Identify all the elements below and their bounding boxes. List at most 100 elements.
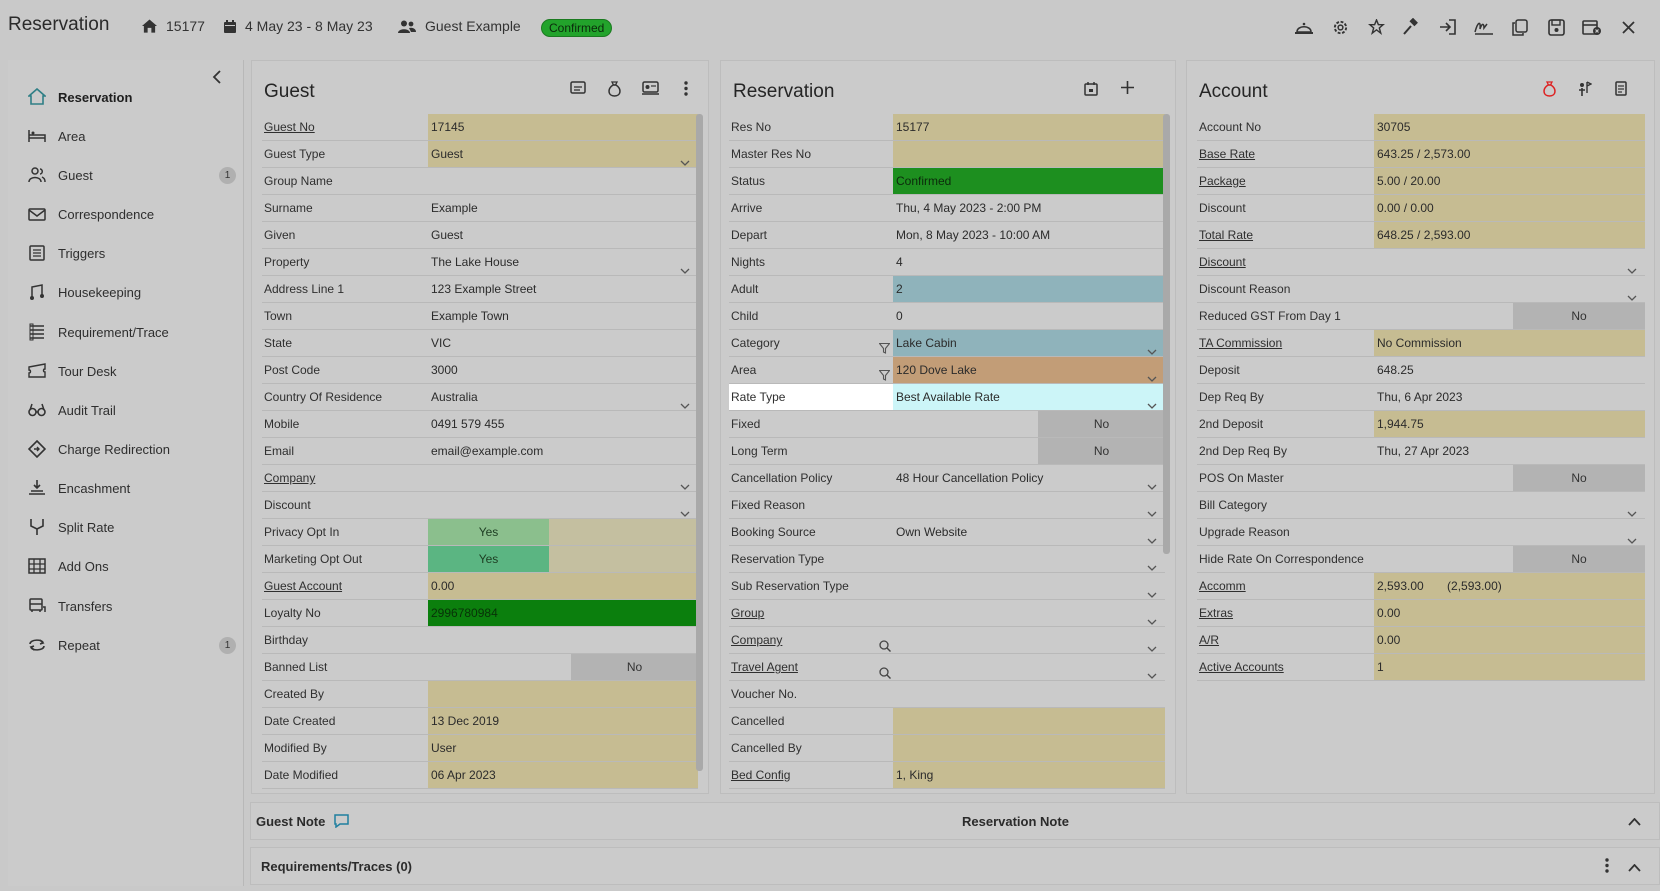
field-value[interactable]: Confirmed [893, 168, 1165, 194]
field-select[interactable] [893, 573, 1165, 599]
copy-icon[interactable] [1502, 16, 1538, 38]
notes-bar[interactable]: Guest Note Reservation Note [250, 802, 1660, 840]
sidebar-item-audit-trail[interactable]: Audit Trail [28, 395, 238, 425]
close-icon[interactable] [1610, 16, 1646, 38]
field-select[interactable]: 48 Hour Cancellation Policy [893, 465, 1165, 491]
field-value[interactable]: 2,593.00 (2,593.00) [1374, 573, 1645, 599]
field-label[interactable]: Package [1197, 168, 1374, 194]
field-value[interactable]: email@example.com [428, 438, 698, 464]
reservation-scrollbar[interactable] [1163, 114, 1170, 554]
sidebar-item-guest[interactable]: Guest 1 [28, 160, 238, 190]
sidebar-item-triggers[interactable]: Triggers [28, 238, 238, 268]
field-value[interactable]: 30705 [1374, 114, 1645, 140]
calendar-cancel-icon[interactable] [1574, 16, 1610, 38]
field-label[interactable]: A/R [1197, 627, 1374, 653]
field-value[interactable]: 648.25 [1374, 357, 1645, 383]
field-select[interactable] [1374, 519, 1645, 545]
field-value[interactable]: Yes [428, 519, 698, 545]
field-value[interactable]: 1 [1374, 654, 1645, 680]
field-label[interactable]: Active Accounts [1197, 654, 1374, 680]
field-value[interactable]: Guest [428, 222, 698, 248]
person-flag-icon[interactable] [1567, 81, 1603, 97]
guest-card-icon[interactable] [632, 81, 668, 97]
field-select[interactable] [428, 492, 698, 518]
field-label[interactable]: Accomm [1197, 573, 1374, 599]
sidebar-item-add-ons[interactable]: Add Ons [28, 551, 238, 581]
sidebar-item-area[interactable]: Area [28, 121, 238, 151]
magic-wand-icon[interactable] [1358, 16, 1394, 38]
toggle-yes[interactable]: Yes [428, 519, 549, 545]
field-value[interactable]: Thu, 6 Apr 2023 [1374, 384, 1645, 410]
field-value[interactable]: 0.00 [1374, 627, 1645, 653]
money-bag-icon[interactable] [596, 81, 632, 97]
more-vertical-icon[interactable] [668, 81, 704, 97]
field-value[interactable]: VIC [428, 330, 698, 356]
toggle-off-area[interactable] [549, 546, 698, 572]
field-label[interactable]: Company [262, 465, 428, 491]
receipt-icon[interactable] [1603, 81, 1639, 97]
toggle-no[interactable]: No [1513, 465, 1645, 491]
sidebar-item-transfers[interactable]: Transfers [28, 591, 238, 621]
field-value[interactable]: Thu, 27 Apr 2023 [1374, 438, 1645, 464]
field-value[interactable]: 06 Apr 2023 [428, 762, 698, 788]
sidebar-item-tour-desk[interactable]: Tour Desk [28, 356, 238, 386]
field-value[interactable]: 4 [893, 249, 1165, 275]
guest-scrollbar[interactable] [696, 114, 703, 771]
add-icon[interactable] [1109, 81, 1145, 96]
field-value[interactable]: 17145 [428, 114, 698, 140]
field-value[interactable]: 15177 [893, 114, 1165, 140]
field-value[interactable] [428, 681, 698, 707]
sidebar-item-reservation[interactable]: Reservation [28, 82, 238, 112]
field-value[interactable]: 5.00 / 20.00 [1374, 168, 1645, 194]
field-value[interactable] [428, 168, 698, 194]
field-select[interactable] [893, 546, 1165, 572]
toggle-yes[interactable]: Yes [428, 546, 549, 572]
id-card-icon[interactable] [560, 81, 596, 97]
field-value[interactable]: No [428, 654, 698, 680]
field-select[interactable]: Lake Cabin [878, 330, 1165, 356]
reservation-note-label[interactable]: Reservation Note [962, 814, 1069, 829]
field-select[interactable]: The Lake House [428, 249, 698, 275]
save-icon[interactable] [1538, 16, 1574, 38]
comment-icon[interactable] [334, 814, 349, 831]
sidebar-item-split-rate[interactable]: Split Rate [28, 512, 238, 542]
toggle-no[interactable]: No [1513, 546, 1645, 572]
signature-icon[interactable] [1466, 16, 1502, 38]
field-value[interactable] [893, 708, 1165, 734]
field-select[interactable] [879, 627, 1165, 653]
field-select[interactable]: Own Website [893, 519, 1165, 545]
field-value[interactable]: No [893, 438, 1165, 464]
field-value[interactable]: 0.00 / 0.00 [1374, 195, 1645, 221]
field-select[interactable]: Australia [428, 384, 698, 410]
chevron-up-icon[interactable] [1628, 815, 1641, 829]
field-value[interactable]: 0 [893, 303, 1165, 329]
field-label[interactable]: Travel Agent [729, 654, 893, 680]
field-value[interactable]: No [893, 411, 1165, 437]
sign-in-icon[interactable] [1430, 16, 1466, 38]
field-select[interactable] [879, 654, 1165, 680]
field-value[interactable]: No [1374, 465, 1645, 491]
guest-note-label[interactable]: Guest Note [256, 814, 325, 829]
field-value[interactable]: 648.25 / 2,593.00 [1374, 222, 1645, 248]
toggle-no[interactable]: No [1038, 411, 1165, 437]
sidebar-item-correspondence[interactable]: Correspondence [28, 199, 238, 229]
field-value[interactable]: 13 Dec 2019 [428, 708, 698, 734]
field-label[interactable]: TA Commission [1197, 330, 1374, 356]
field-value[interactable] [893, 141, 1165, 167]
field-select[interactable] [893, 600, 1165, 626]
field-value[interactable]: 643.25 / 2,573.00 [1374, 141, 1645, 167]
field-value[interactable] [893, 681, 1165, 707]
field-value[interactable] [428, 627, 698, 653]
field-select[interactable]: 120 Dove Lake [878, 357, 1165, 383]
field-value[interactable]: 2 [893, 276, 1165, 302]
toggle-no[interactable]: No [571, 654, 698, 680]
field-value[interactable]: Mon, 8 May 2023 - 10:00 AM [893, 222, 1165, 248]
field-value[interactable]: Thu, 4 May 2023 - 2:00 PM [893, 195, 1165, 221]
field-label[interactable]: Base Rate [1197, 141, 1374, 167]
calendar-add-icon[interactable] [1073, 81, 1109, 96]
field-select[interactable] [893, 492, 1165, 518]
toggle-no[interactable]: No [1513, 303, 1645, 329]
requirements-bar[interactable]: Requirements/Traces (0) [250, 847, 1660, 885]
field-value[interactable]: 0.00 [428, 573, 698, 599]
field-label[interactable]: Group [729, 600, 893, 626]
